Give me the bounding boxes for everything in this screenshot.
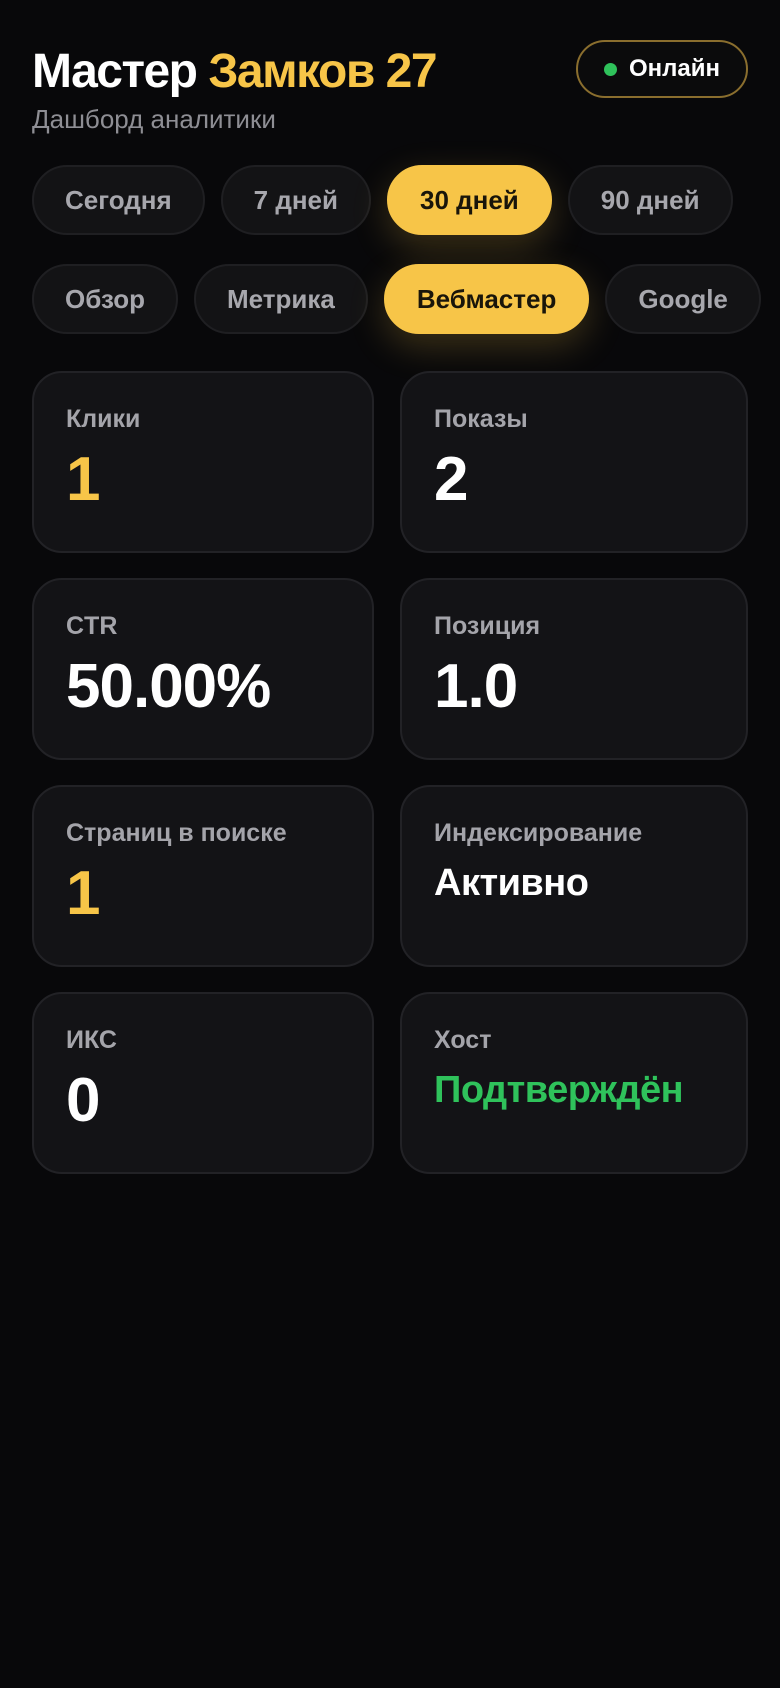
tab-webmaster[interactable]: Вебмастер <box>383 264 590 334</box>
tab-metrika[interactable]: Метрика <box>193 264 368 334</box>
status-dot-icon <box>603 62 617 76</box>
metric-card-host: Хост Подтверждён <box>400 992 748 1174</box>
period-30-days-button[interactable]: 30 дней <box>386 165 552 235</box>
metric-label: Клики <box>66 405 141 433</box>
metric-value: 1 <box>66 445 100 514</box>
metric-label: CTR <box>66 612 118 640</box>
period-selector: Сегодня 7 дней 30 дней 90 дней <box>32 165 733 235</box>
metric-value: 2 <box>434 445 468 514</box>
title-main: Мастер <box>32 45 198 98</box>
section-tabs: Обзор Метрика Вебмастер Google <box>32 264 761 334</box>
period-7-days-button[interactable]: 7 дней <box>220 165 371 235</box>
metric-label: Позиция <box>434 612 541 640</box>
metrics-grid: Клики 1 Показы 2 CTR 50.00% Позиция 1.0 … <box>32 371 748 1174</box>
metric-label: Индексирование <box>434 819 643 847</box>
metric-value: Подтверждён <box>434 1069 684 1111</box>
metric-card-clicks: Клики 1 <box>32 371 374 553</box>
metric-card-iks: ИКС 0 <box>32 992 374 1174</box>
metric-value: Активно <box>434 862 589 904</box>
metric-label: Хост <box>434 1026 492 1054</box>
metric-value: 50.00% <box>66 652 271 721</box>
tab-google[interactable]: Google <box>605 264 761 334</box>
dashboard-header: Мастер Замков 27 Дашборд аналитики Онлай… <box>32 40 748 140</box>
metric-card-position: Позиция 1.0 <box>400 578 748 760</box>
metric-value: 1 <box>66 859 100 928</box>
page-title: Мастер Замков 27 <box>32 44 438 100</box>
title-accent: Замков 27 <box>208 45 437 98</box>
metric-card-impressions: Показы 2 <box>400 371 748 553</box>
page-subtitle: Дашборд аналитики <box>32 104 276 134</box>
tab-overview[interactable]: Обзор <box>32 264 178 334</box>
metric-value: 1.0 <box>434 652 518 721</box>
metric-value: 0 <box>66 1066 100 1135</box>
metric-card-ctr: CTR 50.00% <box>32 578 374 760</box>
metric-label: ИКС <box>66 1026 117 1054</box>
period-today-button[interactable]: Сегодня <box>32 165 205 235</box>
metric-card-pages-in-search: Страниц в поиске 1 <box>32 785 374 967</box>
period-90-days-button[interactable]: 90 дней <box>567 165 733 235</box>
metric-card-indexing: Индексирование Активно <box>400 785 748 967</box>
metric-label: Показы <box>434 405 528 433</box>
metric-label: Страниц в поиске <box>66 819 287 847</box>
status-badge: Онлайн <box>576 40 748 98</box>
status-label: Онлайн <box>628 55 720 82</box>
